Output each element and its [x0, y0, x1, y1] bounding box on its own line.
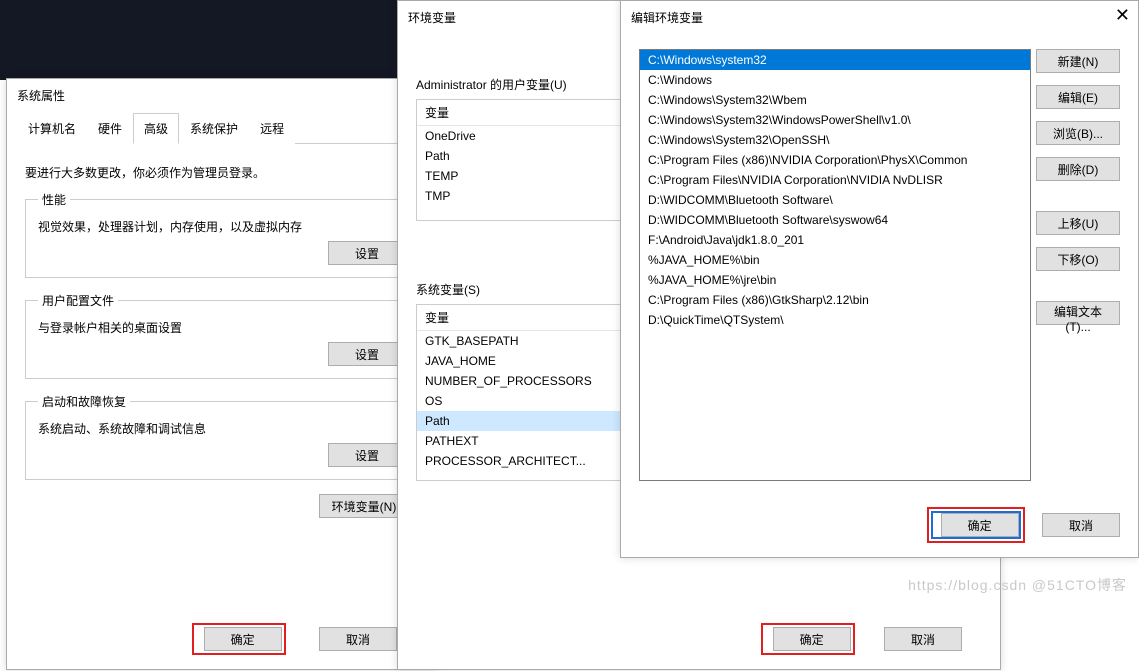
- dialog-title: 编辑环境变量: [621, 1, 1138, 34]
- admin-note: 要进行大多数更改，你必须作为管理员登录。: [25, 164, 419, 181]
- list-item[interactable]: %JAVA_HOME%\jre\bin: [640, 270, 1030, 290]
- tab-computer-name[interactable]: 计算机名: [17, 113, 87, 144]
- list-item[interactable]: C:\Windows\System32\OpenSSH\: [640, 130, 1030, 150]
- editpath-cancel-button[interactable]: 取消: [1042, 513, 1120, 537]
- performance-settings-button[interactable]: 设置: [328, 241, 406, 265]
- list-item[interactable]: C:\Program Files\NVIDIA Corporation\NVID…: [640, 170, 1030, 190]
- move-up-button[interactable]: 上移(U): [1036, 211, 1120, 235]
- list-item[interactable]: C:\Program Files (x86)\GtkSharp\2.12\bin: [640, 290, 1030, 310]
- tabs: 计算机名 硬件 高级 系统保护 远程: [17, 112, 427, 144]
- sysprops-ok-button[interactable]: 确定: [204, 627, 282, 651]
- list-item[interactable]: D:\WIDCOMM\Bluetooth Software\: [640, 190, 1030, 210]
- performance-group: 性能 视觉效果，处理器计划，内存使用，以及虚拟内存 设置: [25, 191, 419, 278]
- startup-settings-button[interactable]: 设置: [328, 443, 406, 467]
- list-item[interactable]: C:\Windows\System32\WindowsPowerShell\v1…: [640, 110, 1030, 130]
- sysprops-cancel-button[interactable]: 取消: [319, 627, 397, 651]
- performance-desc: 视觉效果，处理器计划，内存使用，以及虚拟内存: [38, 218, 406, 235]
- list-item[interactable]: D:\QuickTime\QTSystem\: [640, 310, 1030, 330]
- startup-desc: 系统启动、系统故障和调试信息: [38, 420, 406, 437]
- profile-settings-button[interactable]: 设置: [328, 342, 406, 366]
- editpath-ok-button[interactable]: 确定: [941, 513, 1019, 537]
- edit-env-var-dialog: 编辑环境变量 ✕ C:\Windows\system32C:\WindowsC:…: [620, 0, 1139, 558]
- performance-legend: 性能: [38, 191, 70, 208]
- profile-desc: 与登录帐户相关的桌面设置: [38, 319, 406, 336]
- profile-legend: 用户配置文件: [38, 292, 118, 309]
- list-item[interactable]: C:\Windows\System32\Wbem: [640, 90, 1030, 110]
- tab-advanced[interactable]: 高级: [133, 113, 179, 144]
- close-icon[interactable]: ✕: [1115, 5, 1130, 26]
- watermark: https://blog.csdn @51CTO博客: [908, 575, 1127, 595]
- tab-remote[interactable]: 远程: [249, 113, 295, 144]
- list-item[interactable]: C:\Program Files (x86)\NVIDIA Corporatio…: [640, 150, 1030, 170]
- startup-legend: 启动和故障恢复: [38, 393, 130, 410]
- edit-button[interactable]: 编辑(E): [1036, 85, 1120, 109]
- list-item[interactable]: %JAVA_HOME%\bin: [640, 250, 1030, 270]
- profile-group: 用户配置文件 与登录帐户相关的桌面设置 设置: [25, 292, 419, 379]
- system-properties-dialog: 系统属性 计算机名 硬件 高级 系统保护 远程 要进行大多数更改，你必须作为管理…: [6, 78, 438, 670]
- envvars-ok-button[interactable]: 确定: [773, 627, 851, 651]
- tab-system-protection[interactable]: 系统保护: [179, 113, 249, 144]
- dialog-title: 系统属性: [7, 79, 437, 112]
- list-item[interactable]: C:\Windows: [640, 70, 1030, 90]
- path-list[interactable]: C:\Windows\system32C:\WindowsC:\Windows\…: [639, 49, 1031, 481]
- move-down-button[interactable]: 下移(O): [1036, 247, 1120, 271]
- tab-hardware[interactable]: 硬件: [87, 113, 133, 144]
- new-button[interactable]: 新建(N): [1036, 49, 1120, 73]
- list-item[interactable]: D:\WIDCOMM\Bluetooth Software\syswow64: [640, 210, 1030, 230]
- edit-text-button[interactable]: 编辑文本(T)...: [1036, 301, 1120, 325]
- browse-button[interactable]: 浏览(B)...: [1036, 121, 1120, 145]
- delete-button[interactable]: 删除(D): [1036, 157, 1120, 181]
- startup-group: 启动和故障恢复 系统启动、系统故障和调试信息 设置: [25, 393, 419, 480]
- list-item[interactable]: C:\Windows\system32: [640, 50, 1030, 70]
- envvars-cancel-button[interactable]: 取消: [884, 627, 962, 651]
- list-item[interactable]: F:\Android\Java\jdk1.8.0_201: [640, 230, 1030, 250]
